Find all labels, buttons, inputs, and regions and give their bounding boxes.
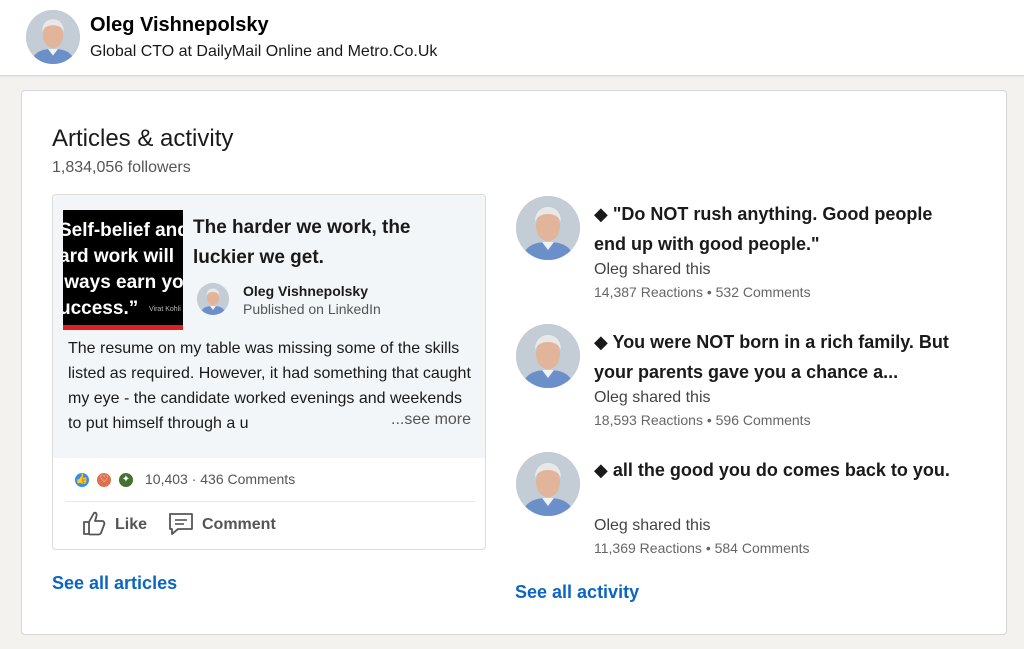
article-published: Published on LinkedIn: [243, 301, 381, 317]
see-all-activity-link[interactable]: See all activity: [515, 582, 639, 603]
like-reaction-icon: 👍: [73, 471, 91, 489]
thumbnail-text: uccess.”: [63, 298, 139, 319]
thumbnail-text: ard work will: [63, 246, 175, 267]
reaction-count-text: 10,403 · 436 Comments: [145, 471, 295, 487]
article-thumbnail[interactable]: Self-belief and ard work will lways earn…: [63, 210, 183, 330]
activity-title[interactable]: ◆ "Do NOT rush anything. Good people end…: [594, 199, 954, 259]
see-more-link[interactable]: ...see more: [387, 411, 472, 429]
like-label: Like: [115, 516, 148, 533]
article-author[interactable]: Oleg Vishnepolsky: [243, 283, 368, 299]
activity-shared-label: Oleg shared this: [594, 517, 711, 534]
love-reaction-icon: ♡: [95, 471, 113, 489]
activity-avatar[interactable]: [516, 452, 580, 516]
person-icon: [516, 324, 580, 388]
article-title[interactable]: The harder we work, the luckier we get.: [193, 213, 473, 273]
activity-stats[interactable]: 14,387 Reactions • 532 Comments: [594, 284, 811, 300]
thumbnail-text: lways earn yo: [63, 272, 183, 293]
comment-icon: [169, 513, 193, 535]
profile-headline: Global CTO at DailyMail Online and Metro…: [90, 43, 438, 60]
section-title: Articles & activity: [52, 125, 234, 152]
profile-header: Oleg Vishnepolsky Global CTO at DailyMai…: [0, 0, 1024, 76]
profile-avatar[interactable]: [26, 10, 80, 64]
reaction-count[interactable]: 10,403: [145, 471, 188, 487]
person-icon: [516, 196, 580, 260]
article-card[interactable]: Self-belief and ard work will lways earn…: [52, 194, 486, 550]
activity-title[interactable]: ◆ You were NOT born in a rich family. Bu…: [594, 327, 954, 387]
activity-title[interactable]: ◆ all the good you do comes back to you.: [594, 455, 954, 485]
thumbnail-red-bar: [63, 325, 183, 330]
activity-shared-label: Oleg shared this: [594, 389, 711, 406]
article-preview[interactable]: Self-belief and ard work will lways earn…: [53, 195, 485, 458]
divider: [65, 501, 475, 502]
activity-avatar[interactable]: [516, 324, 580, 388]
thumbnail-attribution: Virat Kohli: [149, 306, 181, 313]
person-icon: [197, 283, 229, 315]
author-avatar: [197, 283, 229, 315]
see-all-articles-link[interactable]: See all articles: [52, 573, 177, 594]
activity-stats[interactable]: 11,369 Reactions • 584 Comments: [594, 540, 810, 556]
comment-count[interactable]: · 436 Comments: [192, 471, 295, 487]
articles-activity-card: Articles & activity 1,834,056 followers …: [21, 90, 1007, 635]
person-icon: [26, 10, 80, 64]
activity-avatar[interactable]: [516, 196, 580, 260]
profile-name[interactable]: Oleg Vishnepolsky: [90, 14, 269, 37]
celebrate-reaction-icon: ✦: [117, 471, 135, 489]
thumbnail-text: Self-belief and: [63, 220, 183, 241]
activity-shared-label: Oleg shared this: [594, 261, 711, 278]
activity-item[interactable]: ◆ "Do NOT rush anything. Good people end…: [516, 196, 986, 316]
followers-count: 1,834,056 followers: [52, 159, 191, 176]
thumbs-up-icon: [83, 511, 106, 536]
comment-label: Comment: [202, 516, 276, 533]
activity-item[interactable]: ◆ You were NOT born in a rich family. Bu…: [516, 324, 986, 444]
activity-item[interactable]: ◆ all the good you do comes back to you.…: [516, 452, 986, 572]
person-icon: [516, 452, 580, 516]
activity-stats[interactable]: 18,593 Reactions • 596 Comments: [594, 412, 811, 428]
